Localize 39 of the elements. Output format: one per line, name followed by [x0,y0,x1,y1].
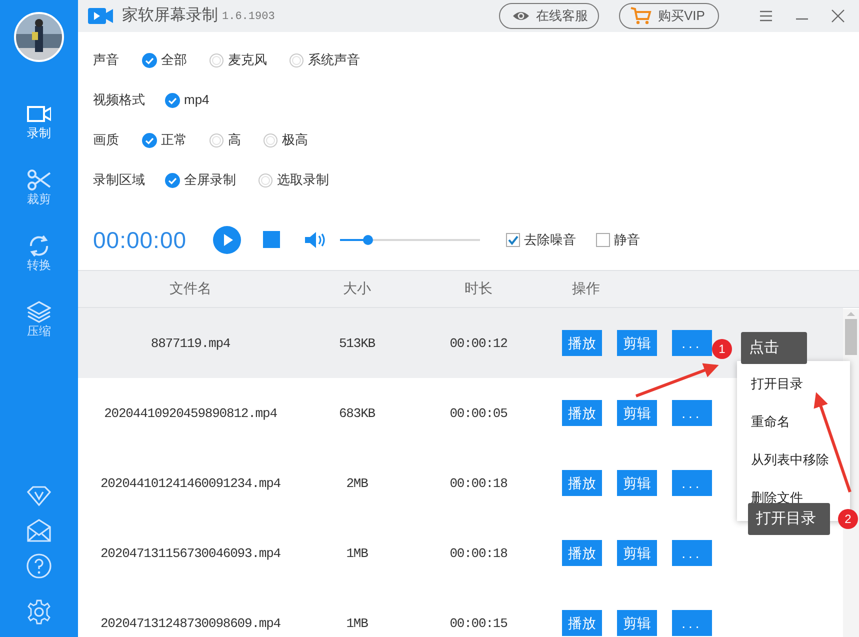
setting-label: 画质 [93,131,120,150]
option-label: 全部 [161,51,187,70]
option-label: 系统声音 [308,51,360,70]
setting-label: 声音 [93,51,120,70]
setting-label: 录制区域 [93,171,146,190]
table-cell: 202047131248730098609.mp4 [100,616,281,631]
checkbox-label: 静音 [614,231,640,250]
table-cell: 20204410920459890812.mp4 [104,406,277,421]
option-label: 极高 [282,131,308,150]
table-cell: 2MB [346,476,368,491]
table-cell: 00:00:12 [450,336,508,351]
table-cell: 00:00:05 [450,406,508,421]
option-label: 全屏录制 [184,171,236,190]
table-cell: 8877119.mp4 [150,336,230,351]
column-header: 大小 [343,280,371,296]
table-cell: 202047131156730046093.mp4 [100,546,281,561]
option-label: 正常 [161,131,187,150]
column-header: 操作 [572,280,600,296]
table-cell: 202044101241460091234.mp4 [100,476,281,491]
table-cell: 683KB [338,406,375,421]
table-cell: 1MB [346,546,368,561]
option-label: mp4 [184,91,210,110]
table-cell: 00:00:15 [450,616,508,631]
table-cell: 00:00:18 [450,476,508,491]
table-cell: 1MB [346,616,368,631]
table-cell: 00:00:18 [450,546,508,561]
tooltip: 打开目录 [748,503,830,535]
option-label: 选取录制 [277,171,329,190]
version-label: 1.6.1903 [222,10,275,25]
option-label: 麦克风 [228,51,267,70]
timer-display: 00:00:00 [93,226,188,255]
column-header: 文件名 [170,280,212,296]
tooltip: 点击 [741,332,807,364]
app-title: 家软屏幕录制 [122,6,218,26]
option-label: 高 [228,131,241,150]
table-cell: 513KB [338,336,375,351]
column-header: 时长 [464,280,492,296]
setting-label: 视频格式 [93,91,146,110]
checkbox-label: 去除噪音 [524,231,576,250]
